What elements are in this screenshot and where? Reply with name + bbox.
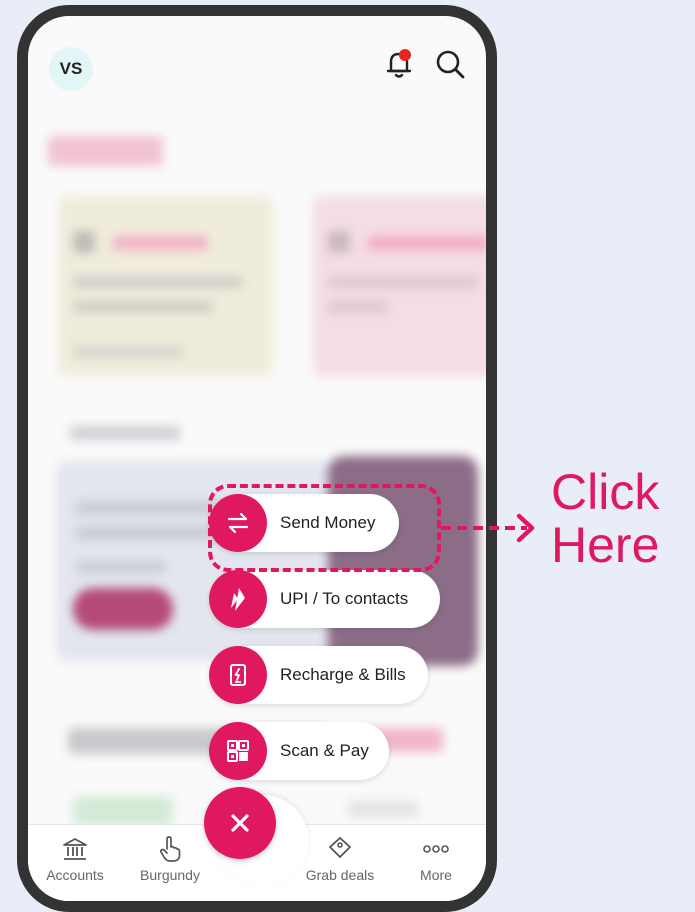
bank-icon (63, 838, 87, 860)
nav-item-more[interactable]: More (391, 835, 481, 883)
close-menu-button[interactable] (204, 787, 276, 859)
upi-to-contacts-button[interactable]: UPI / To contacts (209, 570, 440, 628)
nav-label-more: More (420, 867, 452, 883)
bell-icon[interactable] (381, 46, 417, 82)
pointer-hand-icon (160, 836, 181, 862)
blurred-text (348, 801, 418, 817)
more-dots-icon (423, 845, 449, 853)
nav-label-accounts: Accounts (46, 867, 104, 883)
recharge-bills-button[interactable]: Recharge & Bills (209, 646, 428, 704)
blurred-section-label (70, 426, 180, 440)
arrow-icon (441, 513, 535, 543)
nav-label-burgundy: Burgundy (140, 867, 200, 883)
qr-code-icon (209, 722, 267, 780)
blurred-button (73, 588, 173, 630)
blurred-greeting (48, 136, 163, 166)
avatar[interactable]: VS (49, 47, 93, 91)
nav-label-grab-deals: Grab deals (305, 867, 375, 883)
upi-icon (209, 570, 267, 628)
upi-to-contacts-label: UPI / To contacts (280, 589, 409, 608)
nav-item-accounts[interactable]: Accounts (30, 835, 120, 883)
tag-icon (329, 837, 351, 858)
blurred-card (313, 196, 486, 376)
scan-pay-label: Scan & Pay (280, 741, 369, 760)
nav-item-burgundy[interactable]: Burgundy (125, 835, 215, 883)
recharge-bills-label: Recharge & Bills (280, 665, 406, 684)
click-here-callout: Click Here (551, 464, 660, 573)
scan-pay-button[interactable]: Scan & Pay (209, 722, 389, 780)
nav-item-grab-deals[interactable]: Grab deals (295, 835, 385, 883)
blurred-card (58, 196, 273, 376)
search-icon[interactable] (432, 46, 468, 82)
blurred-chip (73, 796, 173, 826)
close-icon (231, 814, 249, 832)
highlight-box (208, 484, 441, 572)
mobile-recharge-icon (209, 646, 267, 704)
